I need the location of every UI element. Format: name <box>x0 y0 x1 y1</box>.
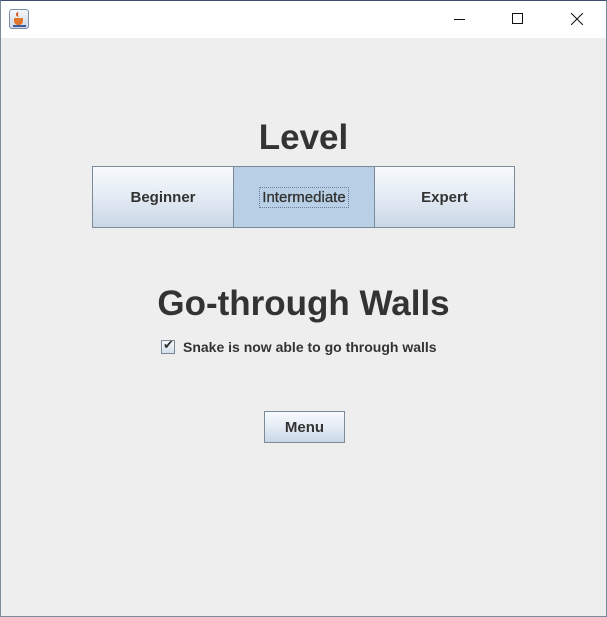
steam-shape <box>16 12 22 17</box>
minimize-button[interactable] <box>431 1 489 38</box>
settings-panel: Level Beginner Intermediate Expert Go-th… <box>1 38 606 616</box>
intermediate-label: Intermediate <box>259 186 349 208</box>
walls-option[interactable]: ✔ Snake is now able to go through walls <box>161 337 437 356</box>
expert-button[interactable]: Expert <box>374 166 515 228</box>
level-selector: Beginner Intermediate Expert <box>92 166 515 228</box>
maximize-button[interactable] <box>489 1 547 38</box>
menu-button[interactable]: Menu <box>264 411 345 443</box>
level-title: Level <box>258 118 349 157</box>
saucer-shape <box>13 25 26 27</box>
app-window: Level Beginner Intermediate Expert Go-th… <box>0 0 607 617</box>
maximize-icon <box>512 13 523 24</box>
intermediate-button[interactable]: Intermediate <box>233 166 375 228</box>
close-button[interactable] <box>548 1 606 38</box>
java-app-icon[interactable] <box>9 9 29 29</box>
close-icon <box>571 13 583 25</box>
cup-shape <box>14 18 23 25</box>
expert-label: Expert <box>421 188 468 206</box>
walls-title: Go-through Walls <box>157 284 450 323</box>
title-bar[interactable] <box>1 1 606 38</box>
walls-checkbox[interactable]: ✔ <box>161 337 175 354</box>
check-mark-icon: ✔ <box>163 337 174 352</box>
beginner-button[interactable]: Beginner <box>92 166 234 228</box>
walls-checkbox-label[interactable]: Snake is now able to go through walls <box>183 339 437 355</box>
minimize-icon <box>454 19 465 20</box>
beginner-label: Beginner <box>130 188 196 206</box>
